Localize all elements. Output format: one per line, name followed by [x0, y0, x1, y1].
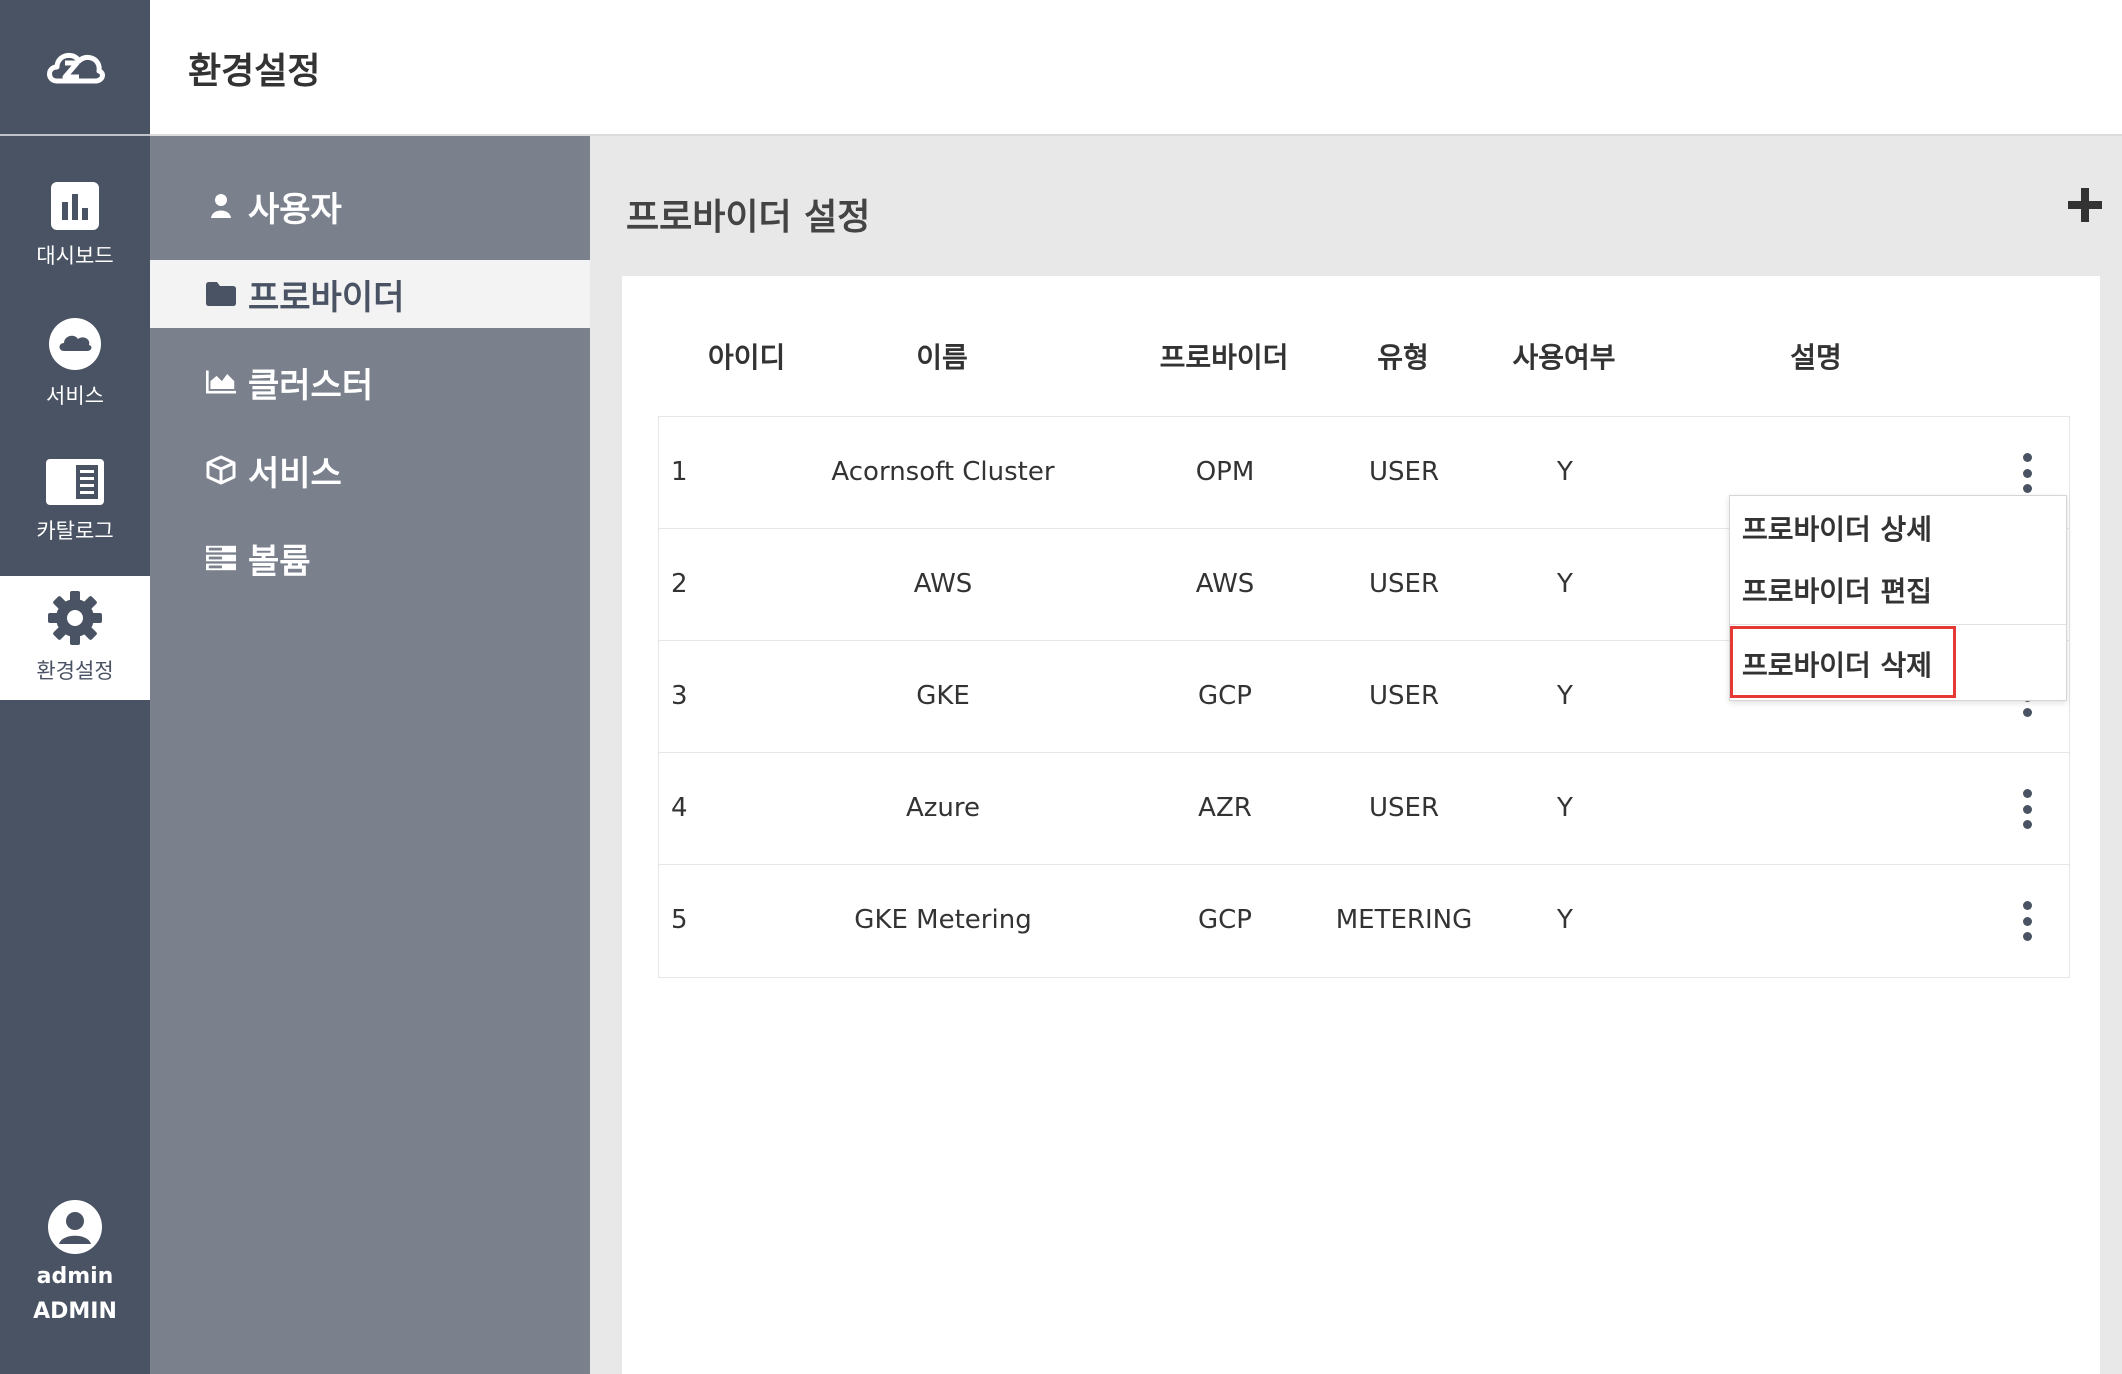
cell-provider: AWS — [1195, 569, 1255, 599]
rail-item-label: 환경설정 — [36, 659, 114, 683]
menu-item-provider-detail[interactable]: 프로바이더 상세 — [1742, 508, 1932, 548]
cell-id: 4 — [671, 793, 688, 823]
subnav-item-user[interactable]: 사용자 — [150, 172, 590, 240]
column-header: 유형 — [1377, 341, 1429, 374]
cell-provider: GCP — [1198, 681, 1252, 711]
subnav-item-label: 사용자 — [248, 189, 342, 230]
add-provider-button[interactable] — [2068, 188, 2108, 228]
plus-icon — [2068, 188, 2102, 222]
cell-provider: OPM — [1195, 457, 1255, 487]
subnav-item-provider[interactable]: 프로바이더 — [150, 260, 590, 328]
row-menu-button[interactable] — [2019, 453, 2035, 493]
column-header: 아이디 — [708, 341, 786, 374]
rail-item-service[interactable]: 서비스 — [0, 302, 150, 426]
subnav-item-label: 프로바이더 — [248, 277, 405, 318]
row-context-menu: 프로바이더 상세 프로바이더 편집 프로바이더 삭제 — [1729, 495, 2067, 701]
rail-item-label: 서비스 — [46, 384, 104, 408]
menu-item-provider-edit[interactable]: 프로바이더 편집 — [1742, 570, 1932, 610]
cell-id: 5 — [671, 905, 688, 935]
user-name: admin — [36, 1264, 114, 1289]
cell-enabled: Y — [1557, 569, 1573, 599]
server-icon — [206, 543, 236, 573]
menu-item-provider-delete[interactable]: 프로바이더 삭제 — [1742, 644, 1932, 684]
cell-name: GKE Metering — [854, 905, 1032, 935]
folder-icon — [206, 279, 236, 309]
cloud-icon — [49, 318, 101, 370]
cell-type: USER — [1368, 457, 1440, 487]
row-menu-button[interactable] — [2019, 789, 2035, 829]
table-row[interactable]: 4 Azure AZR USER Y — [659, 753, 2069, 865]
cell-type: METERING — [1335, 905, 1473, 935]
user-icon — [206, 191, 236, 221]
provider-table-card: 아이디 이름 프로바이더 유형 사용여부 설명 1 Acornsoft Clus… — [622, 276, 2100, 1374]
subnav-item-label: 볼륨 — [248, 541, 311, 582]
cell-name: AWS — [913, 569, 973, 599]
rail-item-label: 카탈로그 — [36, 519, 114, 543]
app-logo[interactable] — [0, 0, 150, 136]
cell-name: Acornsoft Cluster — [831, 457, 1055, 487]
cell-name: Azure — [905, 793, 981, 823]
app-rail: 대시보드 서비스 카탈로그 환경설정 admin ADMIN — [0, 0, 150, 1374]
section-title: 프로바이더 설정 — [626, 197, 871, 238]
area-chart-icon — [206, 367, 236, 397]
rail-item-dashboard[interactable]: 대시보드 — [0, 164, 150, 288]
row-menu-button[interactable] — [2019, 901, 2035, 941]
rail-item-settings[interactable]: 환경설정 — [0, 576, 150, 700]
subnav-item-volume[interactable]: 볼륨 — [150, 524, 590, 592]
avatar-icon — [48, 1200, 102, 1254]
cell-enabled: Y — [1557, 905, 1573, 935]
rail-item-catalog[interactable]: 카탈로그 — [0, 440, 150, 564]
user-profile[interactable]: admin ADMIN — [0, 1200, 150, 1360]
cell-type: USER — [1368, 681, 1440, 711]
table-header: 아이디 이름 프로바이더 유형 사용여부 설명 — [622, 336, 2100, 386]
menu-divider — [1730, 624, 2066, 625]
column-header: 이름 — [916, 341, 968, 374]
cell-id: 2 — [671, 569, 688, 599]
cell-enabled: Y — [1557, 457, 1573, 487]
gear-icon — [48, 591, 102, 645]
cube-icon — [206, 455, 236, 485]
page-title: 환경설정 — [188, 51, 321, 92]
cell-id: 1 — [671, 457, 688, 487]
cell-id: 3 — [671, 681, 688, 711]
settings-subnav: 사용자 프로바이더 클러스터 서비스 볼륨 — [150, 136, 590, 1374]
cell-provider: GCP — [1198, 905, 1252, 935]
subnav-item-label: 서비스 — [248, 453, 342, 494]
subnav-item-service[interactable]: 서비스 — [150, 436, 590, 504]
column-header: 설명 — [1790, 341, 1842, 374]
catalog-icon — [46, 459, 104, 505]
main-content: 프로바이더 설정 아이디 이름 프로바이더 유형 사용여부 설명 1 Acorn… — [590, 136, 2122, 1374]
subnav-item-cluster[interactable]: 클러스터 — [150, 348, 590, 416]
cell-provider: AZR — [1198, 793, 1252, 823]
cell-enabled: Y — [1557, 793, 1573, 823]
table-row[interactable]: 5 GKE Metering GCP METERING Y — [659, 865, 2069, 977]
bar-chart-icon — [51, 182, 99, 230]
cell-type: USER — [1368, 793, 1440, 823]
column-header: 프로바이더 — [1159, 341, 1289, 374]
top-header: 환경설정 — [150, 0, 2122, 136]
logo-cloud-icon — [47, 52, 105, 84]
cell-name: GKE — [916, 681, 970, 711]
column-header: 사용여부 — [1512, 341, 1616, 374]
user-role: ADMIN — [33, 1299, 117, 1324]
rail-item-label: 대시보드 — [36, 244, 114, 268]
subnav-item-label: 클러스터 — [248, 365, 374, 406]
cell-type: USER — [1368, 569, 1440, 599]
cell-enabled: Y — [1557, 681, 1573, 711]
